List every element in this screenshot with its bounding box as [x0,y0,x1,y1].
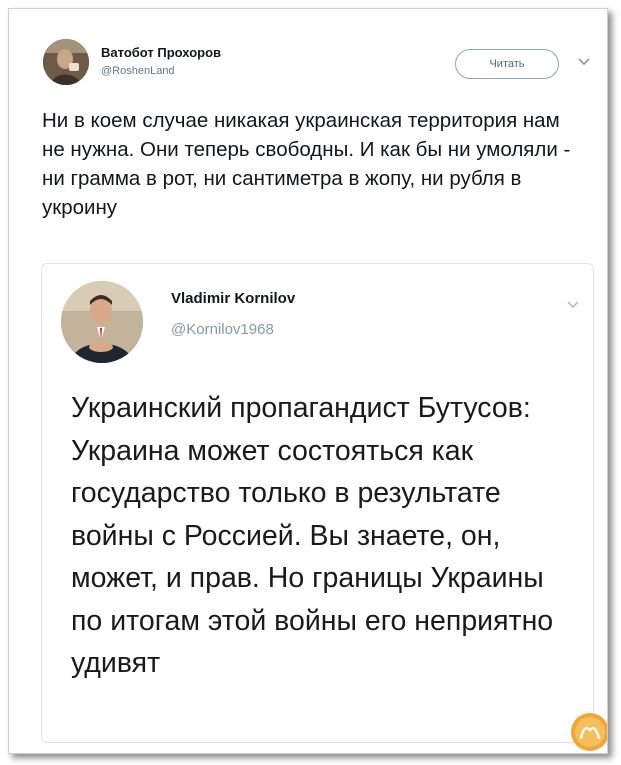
quoted-author-name[interactable]: Vladimir Kornilov [171,290,295,307]
author-avatar[interactable] [43,39,89,85]
author-name[interactable]: Ватобот Прохоров [101,45,221,60]
watermark-logo-icon [571,713,607,751]
quoted-author-avatar[interactable] [61,281,143,363]
chevron-down-icon[interactable] [577,57,591,67]
chevron-down-icon[interactable] [566,300,580,310]
follow-button[interactable]: Читать [455,49,559,79]
quoted-tweet-card[interactable]: Vladimir Kornilov @Kornilov1968 Украинск… [41,263,594,743]
quoted-author-handle[interactable]: @Kornilov1968 [171,321,274,338]
quoted-tweet-text: Украинский пропагандист Бутусов: Украина… [71,392,554,679]
tweet-text: Ни в коем случае никакая украинская терр… [42,109,571,219]
tweet-screenshot-frame: Ватобот Прохоров @RoshenLand Читать Ни в… [8,8,608,754]
author-handle[interactable]: @RoshenLand [101,65,175,77]
